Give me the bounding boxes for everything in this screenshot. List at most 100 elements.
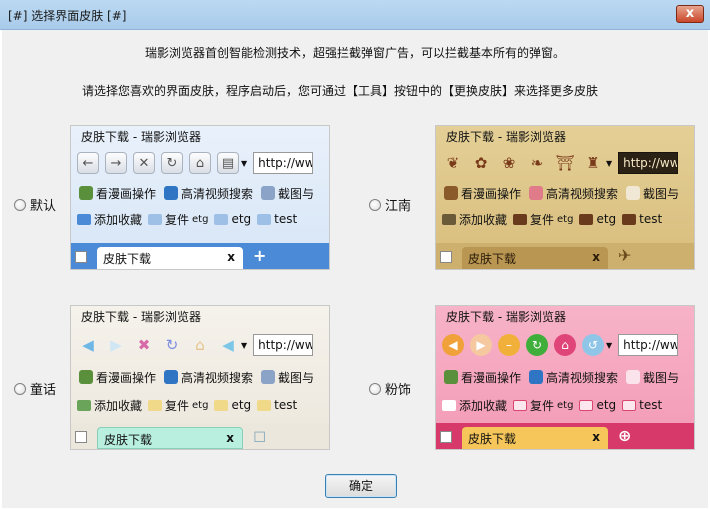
add-favorite-icon (442, 213, 456, 225)
tab-label: 皮肤下载 (103, 252, 152, 266)
skin-preview-default[interactable]: 皮肤下载 - 瑞影浏览器 ← → ✕ ↻ ⌂ ▤ ▼ http://ww 看漫画… (70, 125, 330, 270)
page-icon: ↺ (582, 334, 604, 356)
link-label: 看漫画操作 (96, 370, 157, 385)
link-label: 截图与 (643, 186, 680, 201)
folder-icon (257, 399, 272, 411)
radio-button[interactable] (369, 382, 381, 395)
fav-label: 添加收藏 (459, 212, 508, 227)
folder-icon (579, 399, 594, 411)
link-label: 看漫画操作 (461, 370, 522, 385)
tab-list-icon (440, 431, 452, 443)
chevron-down-icon: ▼ (241, 340, 248, 350)
tab-close-icon: x (227, 250, 235, 264)
page-icon: ▤ (217, 152, 239, 174)
preview-links: 看漫画操作 高清视频搜索 截图与 (436, 364, 694, 390)
preview-toolbar: ❦ ✿ ❀ ❧ ⛩ ♜ ▼ http://ww (436, 150, 694, 176)
home-icon: ⌂ (554, 334, 576, 356)
fav-label: test (639, 212, 663, 226)
tab-list-icon (440, 251, 452, 263)
person-icon (444, 370, 458, 384)
video-icon (164, 186, 179, 200)
preview-tab: 皮肤下载 x (97, 427, 243, 449)
folder-icon (513, 399, 528, 411)
video-icon (529, 186, 544, 200)
preview-toolbar: ◀ ▶ – ↻ ⌂ ↺ ▼ http://ww (436, 332, 694, 358)
preview-title: 皮肤下载 - 瑞影浏览器 (446, 310, 566, 324)
skin-preview-fairy[interactable]: 皮肤下载 - 瑞影浏览器 ◀ ▶ ✖ ↻ ⌂ ◀ ▼ http://ww 看漫画… (70, 305, 330, 450)
link-label: 看漫画操作 (461, 186, 522, 201)
tab-close-icon: x (592, 250, 600, 264)
close-icon: x (685, 6, 695, 21)
window-title: [#] 选择界面皮肤 [#] (8, 9, 127, 23)
link-label: 高清视频搜索 (181, 186, 254, 201)
link-label: 截图与 (278, 186, 315, 201)
pavilion-icon: ⛩ (555, 154, 575, 172)
fav-label: test (274, 398, 298, 412)
home-icon: ⌂ (189, 152, 211, 174)
radio-button[interactable] (14, 382, 26, 395)
ok-button[interactable]: 确定 (325, 474, 397, 498)
skin-label: 粉饰 (385, 383, 412, 398)
dialog-body: 瑞影浏览器首创智能检测技术，超强拦截弹窗广告，可以拦截基本所有的弹窗。 请选择您… (2, 30, 708, 508)
skin-label: 江南 (385, 199, 412, 214)
preview-tabbar: 皮肤下载 x ✈ (436, 243, 694, 269)
fav-label: etg (596, 398, 617, 412)
fav-label: etg (231, 398, 252, 412)
skin-option-pink[interactable]: 粉饰 (369, 379, 411, 398)
teapot-icon (513, 213, 528, 225)
address-bar: http://ww (618, 152, 679, 174)
preview-links: 看漫画操作 高清视频搜索 截图与 (71, 180, 329, 206)
new-tab-icon: + (253, 246, 267, 265)
person-icon (444, 186, 458, 200)
tab-list-icon (75, 431, 87, 443)
forward-icon: ▶ (110, 336, 122, 354)
fav-sub: etg (192, 213, 209, 225)
person-icon (79, 370, 93, 384)
back-icon: ← (77, 152, 99, 174)
add-favorite-icon (77, 399, 91, 411)
fav-label: 添加收藏 (94, 212, 143, 227)
tab-close-icon: x (592, 430, 600, 444)
chevron-down-icon: ▼ (606, 158, 613, 168)
fav-label: 复件 (530, 398, 555, 413)
preview-title: 皮肤下载 - 瑞影浏览器 (446, 130, 566, 144)
radio-button[interactable] (369, 198, 381, 211)
preview-tabbar: 皮肤下载 x + (71, 243, 329, 269)
fav-label: etg (596, 212, 617, 226)
skin-preview-jiangnan[interactable]: 皮肤下载 - 瑞影浏览器 ❦ ✿ ❀ ❧ ⛩ ♜ ▼ http://ww 看漫画… (435, 125, 695, 270)
skin-option-fairy[interactable]: 童话 (14, 379, 56, 398)
fav-sub: etg (557, 399, 574, 411)
preview-favorites: 添加收藏 复件 etg etg test (436, 392, 694, 418)
skin-label: 默认 (30, 199, 57, 214)
preview-links: 看漫画操作 高清视频搜索 截图与 (71, 364, 329, 390)
fav-label: 复件 (530, 212, 555, 227)
preview-toolbar: ◀ ▶ ✖ ↻ ⌂ ◀ ▼ http://ww (71, 332, 329, 358)
address-bar: http://ww (253, 152, 314, 174)
skin-preview-pink[interactable]: 皮肤下载 - 瑞影浏览器 ◀ ▶ – ↻ ⌂ ↺ ▼ http://ww 看漫画… (435, 305, 695, 450)
person-icon (79, 186, 93, 200)
add-favorite-icon (77, 213, 91, 225)
folder-icon (148, 213, 163, 225)
skin-option-default[interactable]: 默认 (14, 195, 56, 214)
fav-label: 复件 (165, 212, 190, 227)
radio-button[interactable] (14, 198, 26, 211)
preview-favorites: 添加收藏 复件 etg etg test (71, 206, 329, 232)
preview-tab: 皮肤下载 x (462, 247, 608, 269)
close-button[interactable]: x (676, 5, 704, 23)
skin-option-jiangnan[interactable]: 江南 (369, 195, 411, 214)
fav-label: 添加收藏 (459, 398, 508, 413)
scissors-icon (261, 186, 276, 200)
tab-close-icon: x (226, 431, 234, 445)
tab-label: 皮肤下载 (468, 252, 517, 266)
fav-sub: etg (192, 399, 209, 411)
stop-icon: ✖ (137, 336, 151, 354)
back-icon: ◀ (442, 334, 464, 356)
new-tab-icon: ◻ (253, 426, 267, 445)
fav-label: 添加收藏 (94, 398, 143, 413)
link-label: 截图与 (278, 370, 315, 385)
preview-tab: 皮肤下载 x (462, 427, 608, 449)
lantern-icon: ♜ (586, 154, 600, 172)
preview-title: 皮肤下载 - 瑞影浏览器 (81, 130, 201, 144)
stop-icon: – (498, 334, 520, 356)
preview-favorites: 添加收藏 复件 etg etg test (71, 392, 329, 418)
